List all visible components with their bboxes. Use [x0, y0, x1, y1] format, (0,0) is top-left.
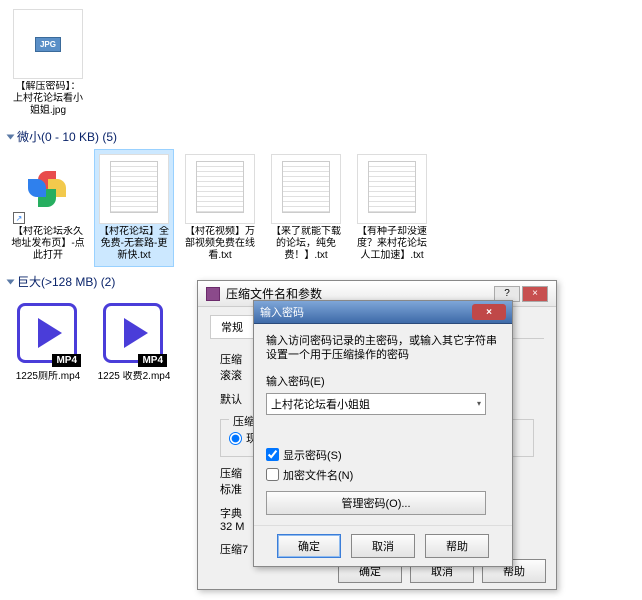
pinwheel-icon — [28, 169, 68, 209]
jpg-thumb: JPG — [13, 9, 83, 79]
dialog-titlebar[interactable]: 输入密码 × — [254, 301, 512, 324]
close-button[interactable]: × — [472, 304, 506, 320]
file-label: 【村花论坛永久地址发布页】-点此打开 — [11, 226, 85, 262]
password-label: 输入密码(E) — [266, 373, 500, 389]
password-input[interactable]: 上村花论坛看小姐姐 — [266, 393, 486, 415]
mp4-badge: MP4 — [138, 354, 167, 367]
mp4-thumb: MP4 — [13, 299, 83, 369]
file-label: 【解压密码】：上村花论坛看小姐姐.jpg — [11, 81, 85, 117]
file-item-txt3[interactable]: 【来了就能下载的论坛，纯免费！】.txt — [266, 149, 346, 267]
mp4-thumb: MP4 — [99, 299, 169, 369]
file-label: 【有种子却没速度？来村花论坛人工加速】.txt — [355, 226, 429, 262]
group-header-tiny[interactable]: 微小(0 - 10 KB) (5) — [8, 128, 634, 145]
format-radio[interactable] — [229, 432, 242, 445]
file-label: 【来了就能下载的论坛，纯免费！】.txt — [269, 226, 343, 262]
expand-icon — [7, 279, 15, 284]
txt-thumb — [99, 154, 169, 224]
file-label: 1225 收费2.mp4 — [98, 371, 171, 383]
file-item-pinwheel[interactable]: ↗ 【村花论坛永久地址发布页】-点此打开 — [8, 149, 88, 267]
file-item-jpg[interactable]: JPG 【解压密码】：上村花论坛看小姐姐.jpg — [8, 4, 88, 122]
shortcut-arrow-icon: ↗ — [13, 212, 25, 224]
close-button[interactable]: × — [522, 286, 548, 302]
tab-general[interactable]: 常规 — [210, 315, 254, 338]
show-password-label: 显示密码(S) — [283, 447, 342, 463]
help-button[interactable]: 帮助 — [425, 534, 489, 558]
show-password-checkbox[interactable] — [266, 448, 279, 461]
file-item-txt4[interactable]: 【有种子却没速度？来村花论坛人工加速】.txt — [352, 149, 432, 267]
ok-button[interactable]: 确定 — [277, 534, 341, 558]
txt-thumb — [357, 154, 427, 224]
encrypt-names-checkbox[interactable] — [266, 468, 279, 481]
file-label: 1225厕所.mp4 — [16, 371, 80, 383]
info-text: 输入访问密码记录的主密码，或输入其它字符串设置一个用于压缩操作的密码 — [266, 334, 500, 363]
encrypt-names-label: 加密文件名(N) — [283, 467, 353, 483]
password-dialog: 输入密码 × 输入访问密码记录的主密码，或输入其它字符串设置一个用于压缩操作的密… — [253, 300, 513, 567]
expand-icon — [7, 134, 15, 139]
file-label: 【村花视频】万部视频免费在线看.txt — [183, 226, 257, 262]
txt-thumb — [185, 154, 255, 224]
txt-thumb — [271, 154, 341, 224]
jpg-badge: JPG — [35, 37, 61, 52]
dialog-title: 输入密码 — [260, 304, 304, 320]
group-label: 巨大(>128 MB) (2) — [17, 273, 115, 290]
manage-passwords-button[interactable]: 管理密码(O)... — [266, 491, 486, 515]
mp4-badge: MP4 — [52, 354, 81, 367]
file-item-txt2[interactable]: 【村花视频】万部视频免费在线看.txt — [180, 149, 260, 267]
file-label: 【村花论坛】全免费-无套路-更新快.txt — [97, 226, 171, 262]
group-label: 微小(0 - 10 KB) (5) — [17, 128, 117, 145]
file-item-mp4b[interactable]: MP4 1225 收费2.mp4 — [94, 294, 174, 388]
file-item-mp4a[interactable]: MP4 1225厕所.mp4 — [8, 294, 88, 388]
cancel-button[interactable]: 取消 — [351, 534, 415, 558]
shortcut-thumb: ↗ — [13, 154, 83, 224]
file-item-txt1[interactable]: 【村花论坛】全免费-无套路-更新快.txt — [94, 149, 174, 267]
app-icon — [206, 287, 220, 301]
